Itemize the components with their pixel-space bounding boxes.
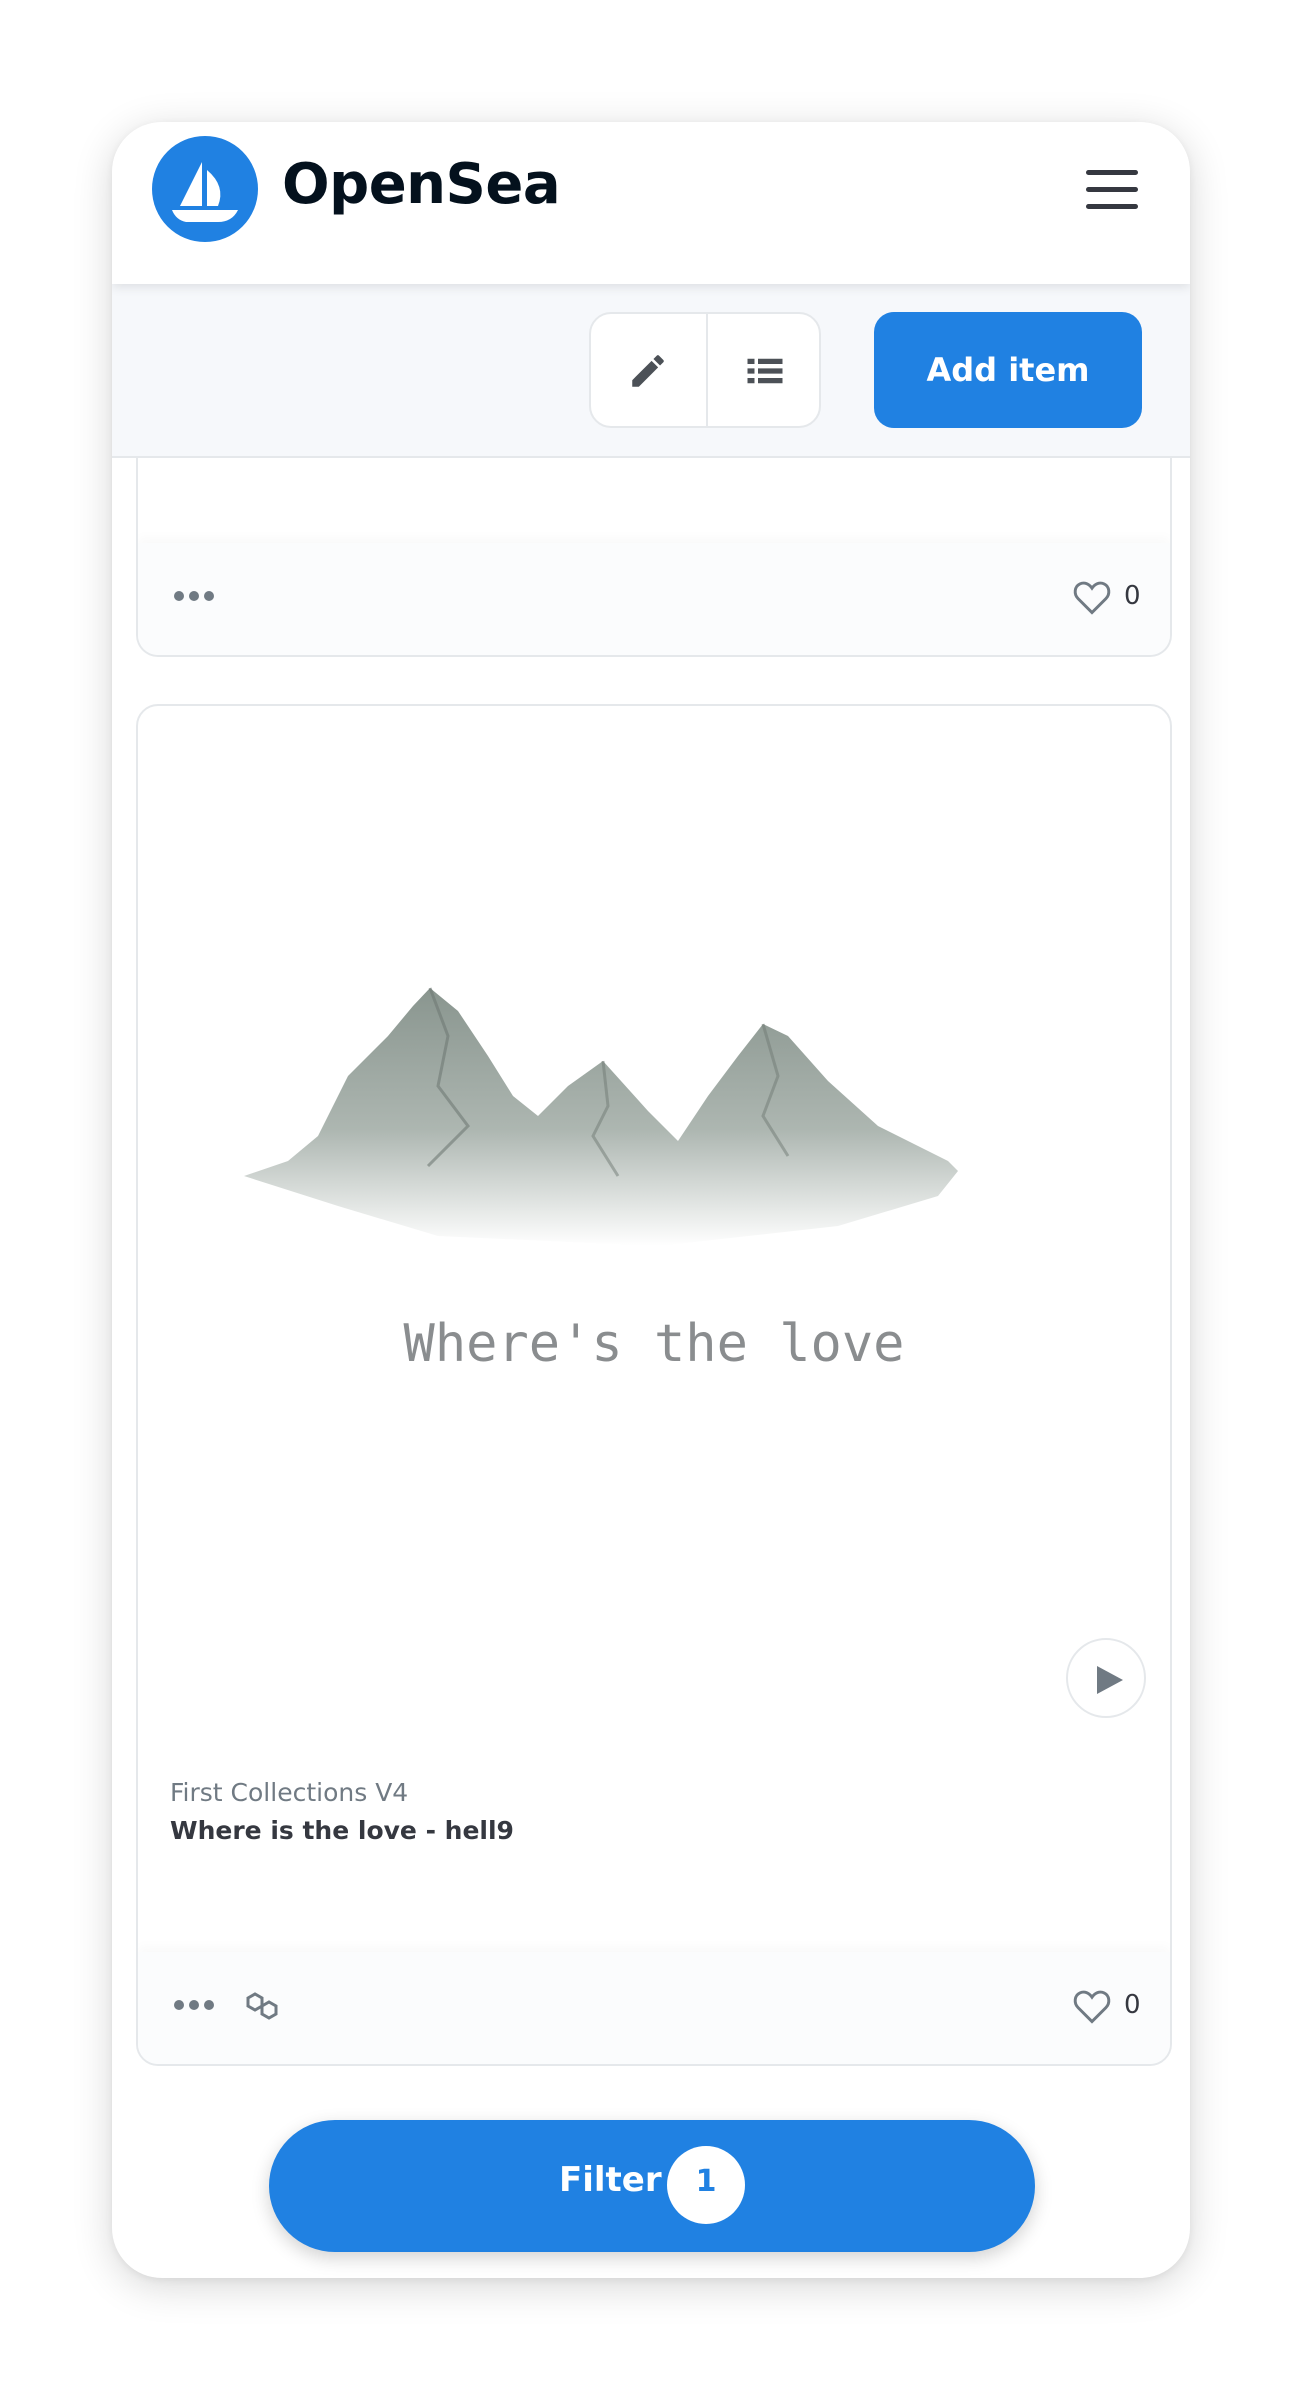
hamburger-menu-icon[interactable] <box>1086 170 1138 210</box>
card-footer: 0 <box>138 1952 1170 2064</box>
more-options-icon[interactable] <box>174 2000 214 2012</box>
more-options-icon[interactable] <box>174 591 214 603</box>
filter-button[interactable]: Filter 1 <box>269 2120 1035 2252</box>
list-view-button[interactable] <box>708 314 819 426</box>
list-view-icon <box>747 358 783 384</box>
artwork-caption: Where's the love <box>403 1314 905 1374</box>
asset-name[interactable]: Where is the love - hell9 <box>170 1816 514 1845</box>
polygon-chain-icon[interactable] <box>242 1988 284 2030</box>
heart-icon <box>1073 581 1111 615</box>
favorite-button[interactable]: 0 <box>1072 577 1142 617</box>
play-icon <box>1097 1666 1123 1694</box>
collection-toolbar: Add item <box>112 284 1190 458</box>
top-nav: OpenSea <box>112 122 1190 284</box>
card-footer: 0 <box>138 543 1170 655</box>
filter-label: Filter <box>559 2160 662 2200</box>
favorite-button[interactable]: 0 <box>1072 1986 1142 2026</box>
brand-name[interactable]: OpenSea <box>282 152 561 217</box>
filter-count-badge: 1 <box>667 2146 745 2224</box>
favorite-count: 0 <box>1124 1990 1141 2020</box>
view-toggle <box>589 312 821 428</box>
mobile-frame: OpenSea Add item 0 Where's the love Firs… <box>112 122 1190 2278</box>
heart-icon <box>1073 1990 1111 2024</box>
edit-view-button[interactable] <box>591 314 706 426</box>
nft-card[interactable]: Where's the love First Collections V4 Wh… <box>136 704 1172 2066</box>
add-item-button[interactable]: Add item <box>874 312 1142 428</box>
nft-artwork-image[interactable]: Where's the love <box>138 706 1170 1718</box>
opensea-logo-icon[interactable] <box>152 136 258 242</box>
favorite-count: 0 <box>1124 581 1141 611</box>
play-button[interactable] <box>1066 1638 1146 1718</box>
collection-name[interactable]: First Collections V4 <box>170 1778 408 1807</box>
mountains-illustration <box>244 987 958 1246</box>
pencil-icon <box>632 355 664 387</box>
